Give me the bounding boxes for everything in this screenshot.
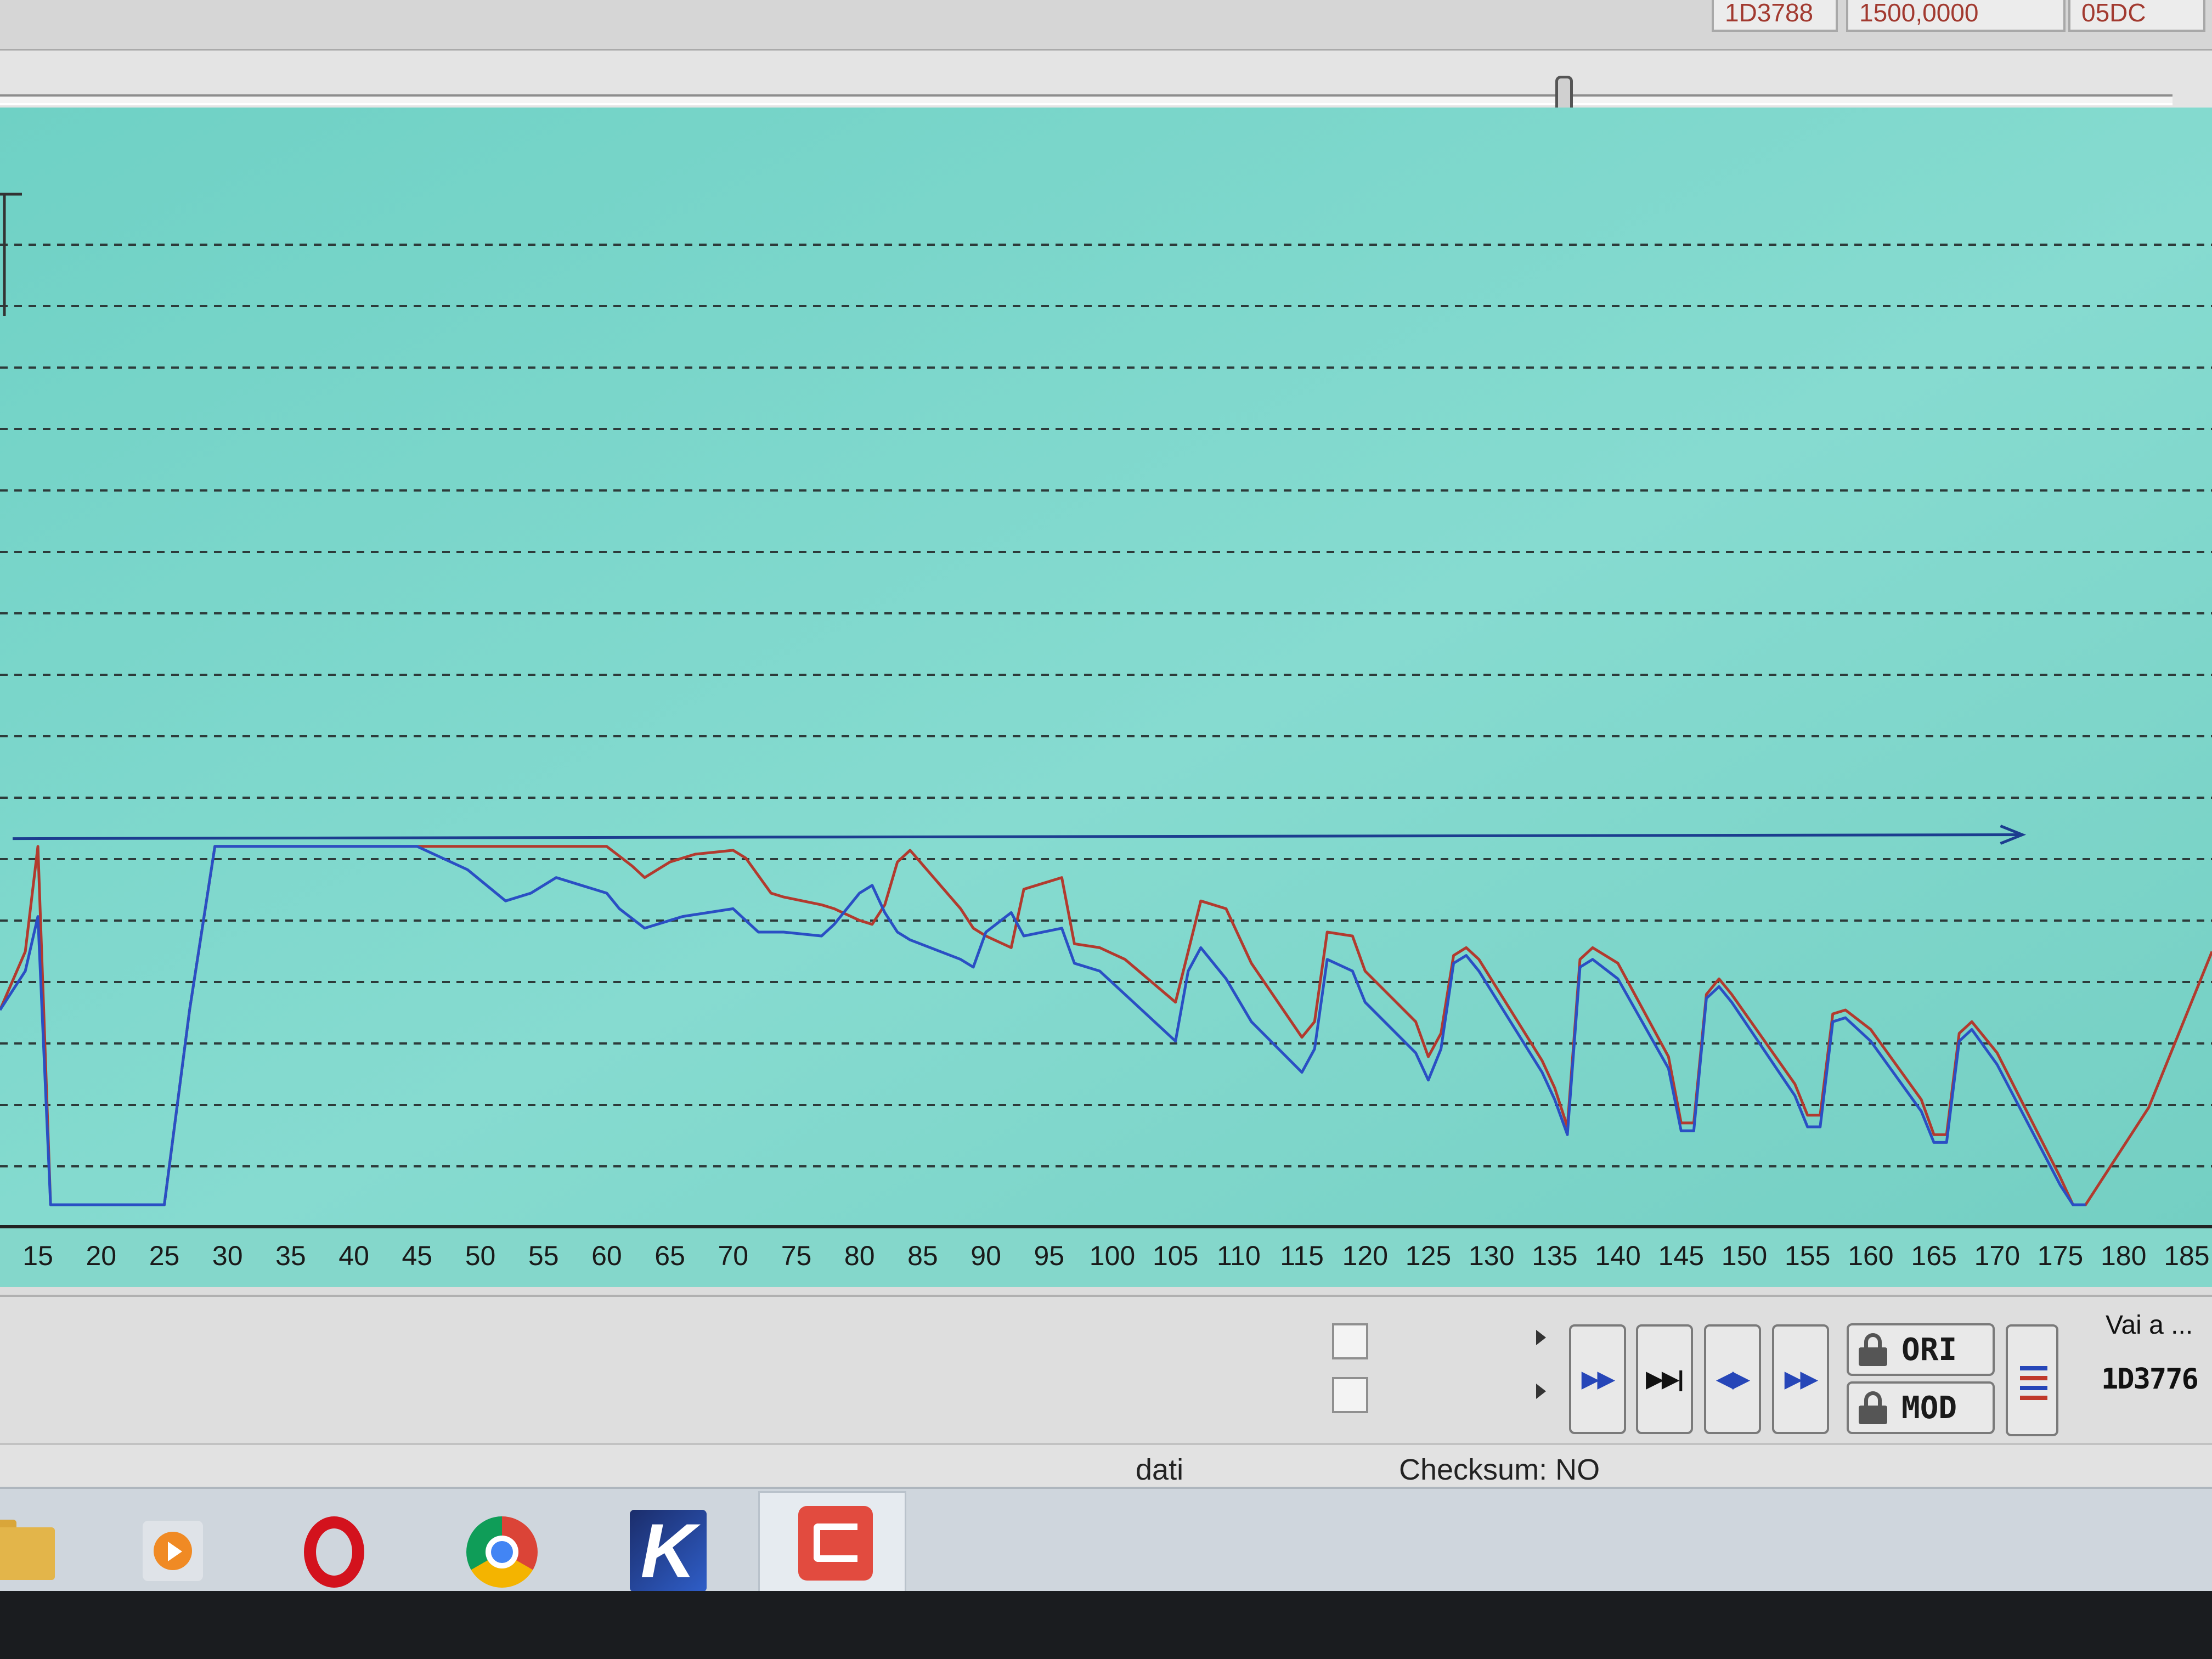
x-tick-label: 70 — [718, 1240, 749, 1271]
expand-arrow-icon[interactable] — [1536, 1330, 1546, 1345]
x-tick-label: 80 — [844, 1240, 875, 1271]
x-tick-label: 165 — [1911, 1240, 1956, 1271]
x-tick-label: 155 — [1785, 1240, 1830, 1271]
nav-end-button[interactable]: ▶▶| — [1636, 1324, 1693, 1434]
slider-row: 2 — [0, 50, 2212, 140]
value-field[interactable]: 1500,0000 — [1846, 0, 2066, 32]
x-tick-label: 160 — [1848, 1240, 1893, 1271]
x-tick-label: 110 — [1217, 1240, 1261, 1271]
x-tick-label: 55 — [528, 1240, 559, 1271]
x-tick-label: 20 — [86, 1240, 117, 1271]
opera-icon[interactable] — [296, 1505, 379, 1588]
application-window: 1D3788 1500,0000 05DC 2 15 20 25 30 35 40 45 50… — [0, 0, 2212, 1591]
slider-track[interactable] — [0, 94, 2172, 105]
graph-background — [0, 108, 2212, 1227]
checkbox-1[interactable] — [1332, 1323, 1368, 1359]
x-tick-label: 150 — [1722, 1240, 1767, 1271]
ori-button[interactable]: ORI — [1847, 1323, 1995, 1376]
lock-icon — [1859, 1333, 1887, 1366]
checkbox-2[interactable] — [1332, 1377, 1368, 1413]
map-graph[interactable]: 15 20 25 30 35 40 45 50 55 60 65 70 75 80 85 90 95 100 105… — [0, 108, 2212, 1287]
status-checksum: Checksum: NO — [1399, 1453, 1600, 1486]
x-tick-label: 115 — [1280, 1240, 1324, 1271]
x-tick-label: 60 — [591, 1240, 622, 1271]
hex-field[interactable]: 05DC — [2068, 0, 2205, 32]
x-tick-label: 120 — [1342, 1240, 1388, 1271]
x-tick-label: 50 — [465, 1240, 496, 1271]
graph-svg[interactable]: 15 20 25 30 35 40 45 50 55 60 65 70 75 80 85 90 95 100 105… — [0, 108, 2212, 1287]
x-tick-label: 125 — [1406, 1240, 1451, 1271]
x-tick-label: 170 — [1974, 1240, 2020, 1271]
active-task[interactable] — [758, 1491, 906, 1591]
bottom-toolbar: ▶▶ ▶▶| ◀▶ ▶▶ ORI MOD Vai a ... 1D3776 — [0, 1295, 2212, 1445]
status-bar: dati Checksum: NO — [0, 1443, 2212, 1489]
x-tick-label: 145 — [1658, 1240, 1704, 1271]
address-field[interactable]: 1D3788 — [1712, 0, 1838, 32]
x-tick-label: 130 — [1469, 1240, 1514, 1271]
x-tick-label: 30 — [212, 1240, 243, 1271]
taskbar: K — [0, 1487, 2212, 1591]
mod-button[interactable]: MOD — [1847, 1381, 1995, 1434]
ori-label: ORI — [1901, 1331, 1957, 1368]
lock-icon — [1859, 1391, 1887, 1424]
x-tick-label: 135 — [1532, 1240, 1577, 1271]
x-tick-label: 65 — [654, 1240, 685, 1271]
x-tick-label: 85 — [907, 1240, 938, 1271]
grid-view-button[interactable] — [2006, 1324, 2058, 1436]
status-data: dati — [1136, 1453, 1184, 1486]
x-tick-label: 95 — [1034, 1240, 1065, 1271]
x-axis-ticks: 15 20 25 30 35 40 45 50 55 60 65 70 75 80 85 90 95 100 105… — [22, 1240, 2209, 1271]
x-tick-label: 140 — [1595, 1240, 1640, 1271]
ecm-app-icon[interactable] — [782, 1498, 873, 1581]
x-tick-label: 90 — [970, 1240, 1001, 1271]
x-tick-label: 35 — [275, 1240, 306, 1271]
top-value-bar: 1D3788 1500,0000 05DC — [0, 0, 2212, 52]
x-tick-label: 75 — [781, 1240, 812, 1271]
k-app-icon[interactable]: K — [625, 1505, 708, 1591]
media-player-icon[interactable] — [132, 1505, 214, 1588]
x-tick-label: 180 — [2101, 1240, 2146, 1271]
x-tick-label: 40 — [338, 1240, 369, 1271]
goto-address[interactable]: 1D3776 — [2101, 1363, 2199, 1396]
x-tick-label: 25 — [149, 1240, 180, 1271]
nav-compare-right-button[interactable]: ▶▶ — [1772, 1324, 1829, 1434]
nav-compare-left-button[interactable]: ◀▶ — [1704, 1324, 1761, 1434]
x-tick-label: 105 — [1153, 1240, 1198, 1271]
x-tick-label: 185 — [2164, 1240, 2209, 1271]
mod-label: MOD — [1901, 1390, 1957, 1426]
x-tick-label: 15 — [22, 1240, 53, 1271]
folder-icon[interactable] — [0, 1505, 60, 1588]
goto-label: Vai a ... — [2106, 1311, 2193, 1340]
expand-arrow-icon[interactable] — [1536, 1384, 1546, 1399]
nav-next-button[interactable]: ▶▶ — [1569, 1324, 1626, 1434]
chrome-icon[interactable] — [461, 1505, 543, 1588]
x-tick-label: 100 — [1090, 1240, 1135, 1271]
x-tick-label: 175 — [2038, 1240, 2083, 1271]
x-tick-label: 45 — [402, 1240, 433, 1271]
